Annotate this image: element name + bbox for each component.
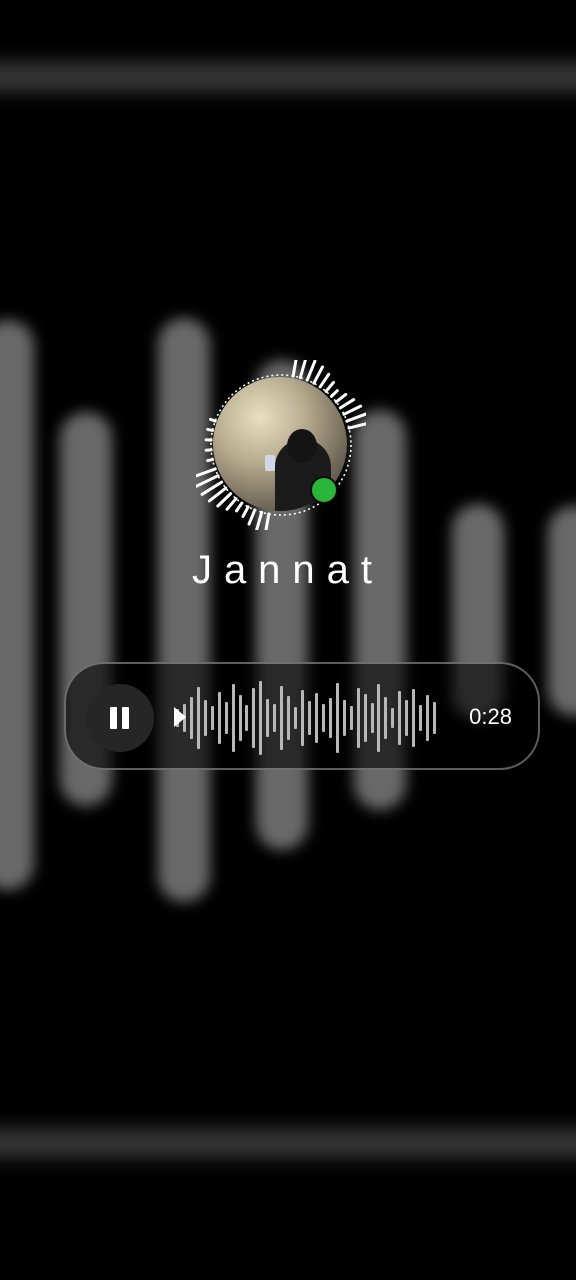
waveform-bar (412, 689, 416, 747)
visualizer-spike (347, 422, 366, 430)
top-glow-band (0, 62, 576, 92)
waveform-bar (294, 706, 298, 730)
voice-message-card: 0:28 (64, 662, 540, 770)
waveform-bar (189, 697, 193, 739)
visualizer-spike (312, 365, 324, 385)
avatar-head (287, 429, 317, 463)
contact-name: Jannat (191, 548, 385, 592)
visualizer-spike (334, 392, 348, 404)
waveform-bar (301, 690, 305, 746)
waveform-bar (398, 690, 402, 746)
pause-icon (122, 707, 129, 729)
waveform-bar (259, 681, 263, 755)
waveform-bar (419, 705, 423, 731)
waveform-bar (210, 706, 214, 730)
video-frame: Jannat 0:28 (0, 0, 576, 1280)
pause-icon (110, 707, 117, 729)
visualizer-spike (247, 508, 257, 526)
visualizer-spike (206, 427, 215, 432)
online-dot-icon (310, 476, 338, 504)
waveform-bar (349, 706, 353, 730)
waveform-bar (287, 696, 291, 740)
waveform-bar (363, 694, 367, 742)
waveform-bar (370, 702, 374, 734)
waveform-bar (308, 701, 311, 735)
waveform-bar (405, 700, 409, 736)
visualizer-spike (216, 492, 233, 508)
pause-button[interactable] (86, 684, 154, 752)
waveform-bar (384, 697, 388, 739)
waveform-bar (280, 686, 284, 750)
visualizer-spike (264, 512, 271, 530)
visualizer-spike (291, 360, 298, 378)
waveform-bar (245, 705, 249, 731)
waveform-bar (377, 684, 381, 752)
waveform-bar (335, 682, 339, 754)
waveform-bar (231, 683, 235, 753)
waveform-bar (273, 703, 277, 733)
waveform-bar (252, 688, 256, 748)
visualizer-spike (206, 458, 215, 463)
waveform-bar (356, 687, 360, 749)
visualizer-spike (225, 497, 238, 511)
waveform-bar (433, 702, 437, 734)
waveform-bar (203, 700, 207, 736)
visualizer-spike (345, 412, 366, 423)
waveform-bar (196, 686, 200, 750)
visualizer-spike (196, 467, 217, 478)
waveform-bar (266, 698, 270, 738)
visualizer-spike (298, 360, 307, 380)
waveform-bar (238, 694, 242, 742)
visualizer-spike (338, 398, 356, 410)
waveform-bar (391, 707, 395, 729)
waveform-bar (321, 704, 325, 732)
voice-duration: 0:28 (469, 704, 512, 729)
waveform-bar (342, 699, 346, 737)
visualizer-spike (324, 380, 335, 393)
background-visualizer-bar (548, 506, 576, 716)
visualizer-spike (255, 510, 264, 530)
avatar-with-visualizer (196, 360, 366, 530)
waveform-bar (314, 693, 318, 743)
bottom-glow-band (0, 1128, 576, 1158)
waveform-bar (328, 698, 332, 738)
visualizer-spike (342, 404, 363, 416)
visualizer-spike (241, 505, 250, 519)
visualizer-spike (318, 372, 331, 389)
playback-progress-knob[interactable] (174, 707, 186, 727)
waveform-bar (426, 694, 430, 742)
visualizer-spike (305, 360, 317, 382)
visualizer-spike (209, 417, 217, 423)
waveform-bar (224, 702, 228, 734)
avatar-phone (265, 455, 275, 471)
visualizer-spike (329, 389, 339, 398)
visualizer-spike (235, 501, 244, 513)
voice-waveform[interactable] (172, 678, 437, 758)
waveform-bar (217, 691, 221, 745)
background-visualizer-bar (0, 320, 34, 890)
